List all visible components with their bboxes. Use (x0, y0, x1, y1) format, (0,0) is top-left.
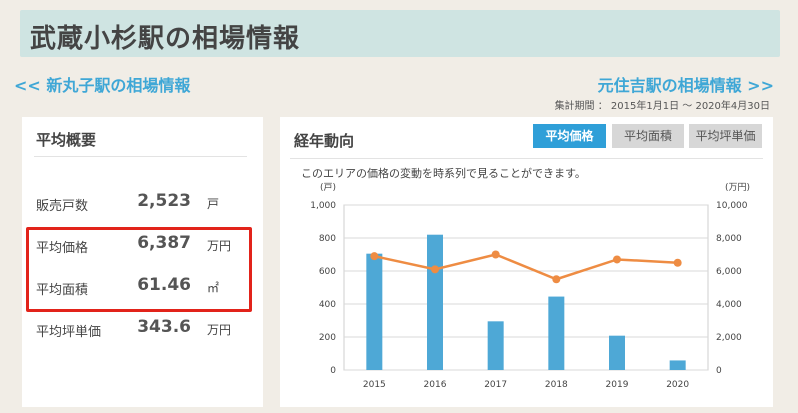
stat-unit: 戸 (207, 197, 220, 211)
line-point (491, 250, 500, 259)
left-axis-ticks: 0 200 400 600 800 1,000 (310, 201, 336, 376)
tab-average-price[interactable]: 平均価格 (533, 124, 606, 148)
line-point (552, 275, 561, 284)
x-tick-label: 2016 (424, 380, 447, 390)
right-axis-unit: (万円) (725, 182, 750, 193)
left-tick-label: 200 (319, 333, 336, 343)
trend-title: 経年動向 (294, 132, 355, 150)
divider (290, 158, 763, 159)
stat-value: 343.6 (137, 317, 191, 337)
x-tick-label: 2015 (363, 380, 386, 390)
right-tick-label: 4,000 (716, 300, 742, 310)
line-series (370, 250, 682, 284)
tab-average-area[interactable]: 平均面積 (612, 124, 684, 148)
left-tick-label: 400 (319, 300, 336, 310)
trend-chart: (戸) (万円) 0 200 400 600 800 1,000 0 2,000 4,000 6… (310, 182, 750, 390)
plot-frame (343, 204, 709, 371)
bar (609, 335, 625, 370)
line-point (673, 258, 682, 267)
stat-row-units: 販売戸数 2,523 戸 (36, 191, 251, 214)
chart-grid (343, 204, 709, 371)
next-station-link[interactable]: 元住吉駅の相場情報 >> (598, 72, 774, 96)
right-tick-label: 8,000 (716, 234, 742, 244)
right-tick-label: 2,000 (716, 333, 742, 343)
x-tick-label: 2017 (484, 380, 507, 390)
stat-unit: 万円 (207, 323, 232, 337)
line-point (370, 252, 379, 261)
left-tick-label: 800 (319, 234, 336, 244)
bar (487, 321, 504, 370)
stat-label: 平均坪単価 (36, 325, 102, 340)
left-tick-label: 1,000 (310, 201, 336, 211)
right-tick-label: 0 (716, 366, 722, 376)
bar (366, 253, 383, 370)
stat-label: 販売戸数 (36, 199, 89, 214)
left-tick-label: 600 (319, 267, 336, 277)
bar (669, 360, 686, 370)
highlight-box (26, 227, 252, 312)
stat-value: 2,523 (137, 191, 191, 211)
right-tick-label: 10,000 (716, 201, 748, 211)
x-tick-label: 2018 (545, 380, 568, 390)
tab-average-tsubo-price[interactable]: 平均坪単価 (689, 124, 762, 148)
x-tick-label: 2019 (606, 380, 629, 390)
line-path (374, 253, 678, 281)
line-point (613, 255, 621, 264)
line-point (431, 265, 439, 274)
prev-station-link[interactable]: << 新丸子駅の相場情報 (14, 72, 190, 96)
x-axis-ticks: 2015 2016 2017 2018 2019 2020 (363, 380, 690, 390)
period-text: 集計期間 ： 2015年1月1日 〜 2020年4月30日 (554, 101, 770, 112)
left-tick-label: 0 (330, 366, 336, 376)
bar (548, 296, 565, 370)
bar (427, 234, 443, 370)
right-axis-ticks: 0 2,000 4,000 6,000 8,000 10,000 (716, 201, 748, 376)
page-title: 武蔵小杉駅の相場情報 (30, 24, 301, 54)
bar-series (366, 234, 686, 370)
stat-row-tsubo: 平均坪単価 343.6 万円 (36, 317, 251, 340)
x-tick-label: 2020 (666, 380, 689, 390)
title-bar: 武蔵小杉駅の相場情報 (20, 10, 780, 57)
summary-title: 平均概要 (36, 131, 97, 149)
right-tick-label: 6,000 (716, 267, 742, 277)
divider (34, 156, 247, 157)
left-axis-unit: (戸) (320, 182, 336, 193)
